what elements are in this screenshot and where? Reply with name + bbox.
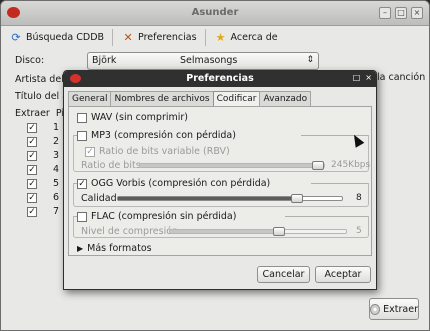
dialog-tabs: General Nombres de archivos Codificar Av… xyxy=(68,91,312,107)
tools-icon: ✕ xyxy=(123,30,133,44)
mp3-bitrate-slider[interactable] xyxy=(139,161,325,170)
preferences-button[interactable]: ✕ Preferencias xyxy=(117,29,201,47)
cd-icon xyxy=(370,303,381,315)
extract-button[interactable]: Extraer xyxy=(369,298,419,320)
flac-level-fill xyxy=(170,230,280,233)
flac-label: FLAC (compresión sin pérdida) xyxy=(91,211,237,222)
mp3-option[interactable]: MP3 (compresión con pérdida) xyxy=(77,130,236,141)
ogg-quality-label: Calidad xyxy=(81,193,117,204)
encode-tab-panel: WAV (sin comprimir) MP3 (compresión con … xyxy=(68,106,372,256)
preferences-dialog: Preferencias □ × General Nombres de arch… xyxy=(63,70,377,290)
ogg-quality-slider[interactable] xyxy=(117,194,343,203)
close-button[interactable]: × xyxy=(411,7,423,19)
more-formats-label: Más formatos xyxy=(87,243,152,254)
mp3-bitrate-fill xyxy=(140,164,319,167)
about-button[interactable]: ★ Acerca de xyxy=(210,29,282,47)
expander-arrow-icon: ▶ xyxy=(77,244,84,253)
star-icon: ★ xyxy=(215,30,226,44)
track-extract-checkbox[interactable]: ✓ xyxy=(27,193,37,203)
window-controls: – □ × xyxy=(379,7,423,19)
track-number: 3 xyxy=(53,150,60,161)
window-title: Asunder xyxy=(191,7,239,18)
refresh-icon: ⟳ xyxy=(11,30,21,44)
mp3-label: MP3 (compresión con pérdida) xyxy=(91,130,236,141)
cddb-lookup-button[interactable]: ⟳ Búsqueda CDDB xyxy=(5,29,108,47)
disc-label: Disco: xyxy=(15,55,45,66)
ogg-option[interactable]: ✓ OGG Vorbis (compresión con pérdida) xyxy=(77,178,270,189)
dialog-window-controls: □ × xyxy=(353,73,372,82)
track-extract-checkbox[interactable]: ✓ xyxy=(27,179,37,189)
extract-column-header[interactable]: Extraer xyxy=(15,108,50,119)
track-table-header: Extraer Pis xyxy=(15,108,69,119)
track-number: 7 xyxy=(53,206,60,217)
ogg-quality-thumb[interactable] xyxy=(291,194,304,203)
flac-level-thumb[interactable] xyxy=(273,227,286,236)
flac-level-label: Nivel de compresión xyxy=(81,226,179,237)
track-extract-checkbox[interactable]: ✓ xyxy=(27,123,37,133)
track-number: 2 xyxy=(53,136,60,147)
wav-option[interactable]: WAV (sin comprimir) xyxy=(77,112,188,123)
flac-option[interactable]: FLAC (compresión sin pérdida) xyxy=(77,211,236,222)
extract-button-label: Extraer xyxy=(383,303,418,315)
track-number: 5 xyxy=(53,178,60,189)
disc-title: Selmasongs xyxy=(180,55,238,66)
flac-level-slider[interactable] xyxy=(169,227,347,236)
flac-checkbox[interactable] xyxy=(77,211,87,222)
disc-select[interactable]: Björk Selmasongs ⇕ xyxy=(87,52,319,70)
mp3-bitrate-thumb[interactable] xyxy=(312,161,325,170)
disc-artist: Björk xyxy=(92,55,117,66)
tab-general[interactable]: General xyxy=(68,91,112,106)
dialog-title: Preferencias xyxy=(186,73,254,84)
tab-filenames[interactable]: Nombres de archivos xyxy=(110,91,214,106)
mp3-vbr-label: Ratio de bits variable (RBV) xyxy=(99,146,230,157)
track-extract-checkbox[interactable]: ✓ xyxy=(27,151,37,161)
track-extract-checkbox[interactable]: ✓ xyxy=(27,207,37,217)
dialog-titlebar: Preferencias □ × xyxy=(64,71,376,87)
dialog-close-button[interactable]: × xyxy=(365,73,372,82)
toolbar-separator xyxy=(204,29,206,46)
cancel-button[interactable]: Cancelar xyxy=(257,266,310,283)
track-extract-checkbox[interactable]: ✓ xyxy=(27,165,37,175)
track-number: 1 xyxy=(53,122,60,133)
mp3-bitrate-value: 245Kbps xyxy=(331,160,371,170)
ogg-quality-fill xyxy=(118,197,298,200)
mp3-bitrate-label: Ratio de bits xyxy=(81,160,141,171)
track-extract-checkbox[interactable]: ✓ xyxy=(27,137,37,147)
ogg-label: OGG Vorbis (compresión con pérdida) xyxy=(91,178,271,189)
dialog-maximize-button[interactable]: □ xyxy=(353,73,361,82)
toolbar-separator xyxy=(112,29,114,46)
track-number: 4 xyxy=(53,164,60,175)
mp3-vbr-option[interactable]: ✓ Ratio de bits variable (RBV) xyxy=(85,146,230,157)
track-number: 6 xyxy=(53,192,60,203)
mp3-vbr-checkbox[interactable]: ✓ xyxy=(85,146,95,157)
mp3-checkbox[interactable] xyxy=(77,130,87,141)
cddb-lookup-label: Búsqueda CDDB xyxy=(26,32,105,43)
maximize-button[interactable]: □ xyxy=(395,7,407,19)
toolbar: ⟳ Búsqueda CDDB ✕ Preferencias ★ Acerca … xyxy=(1,26,429,49)
single-artist-label: la canción xyxy=(377,72,426,83)
minimize-button[interactable]: – xyxy=(379,7,391,19)
accept-button[interactable]: Aceptar xyxy=(315,266,371,283)
about-label: Acerca de xyxy=(230,32,278,43)
more-formats-expander[interactable]: ▶ Más formatos xyxy=(77,243,152,254)
main-titlebar: Asunder – □ × xyxy=(1,1,429,26)
preferences-label: Preferencias xyxy=(138,32,197,43)
flac-level-value: 5 xyxy=(356,226,362,236)
ogg-checkbox[interactable]: ✓ xyxy=(77,178,87,189)
wav-label: WAV (sin comprimir) xyxy=(91,112,188,123)
tab-encode[interactable]: Codificar xyxy=(212,91,261,107)
combo-arrows-icon: ⇕ xyxy=(306,55,314,65)
wav-checkbox[interactable] xyxy=(77,112,87,123)
ogg-quality-value: 8 xyxy=(356,193,362,203)
tab-advanced[interactable]: Avanzado xyxy=(259,91,312,106)
